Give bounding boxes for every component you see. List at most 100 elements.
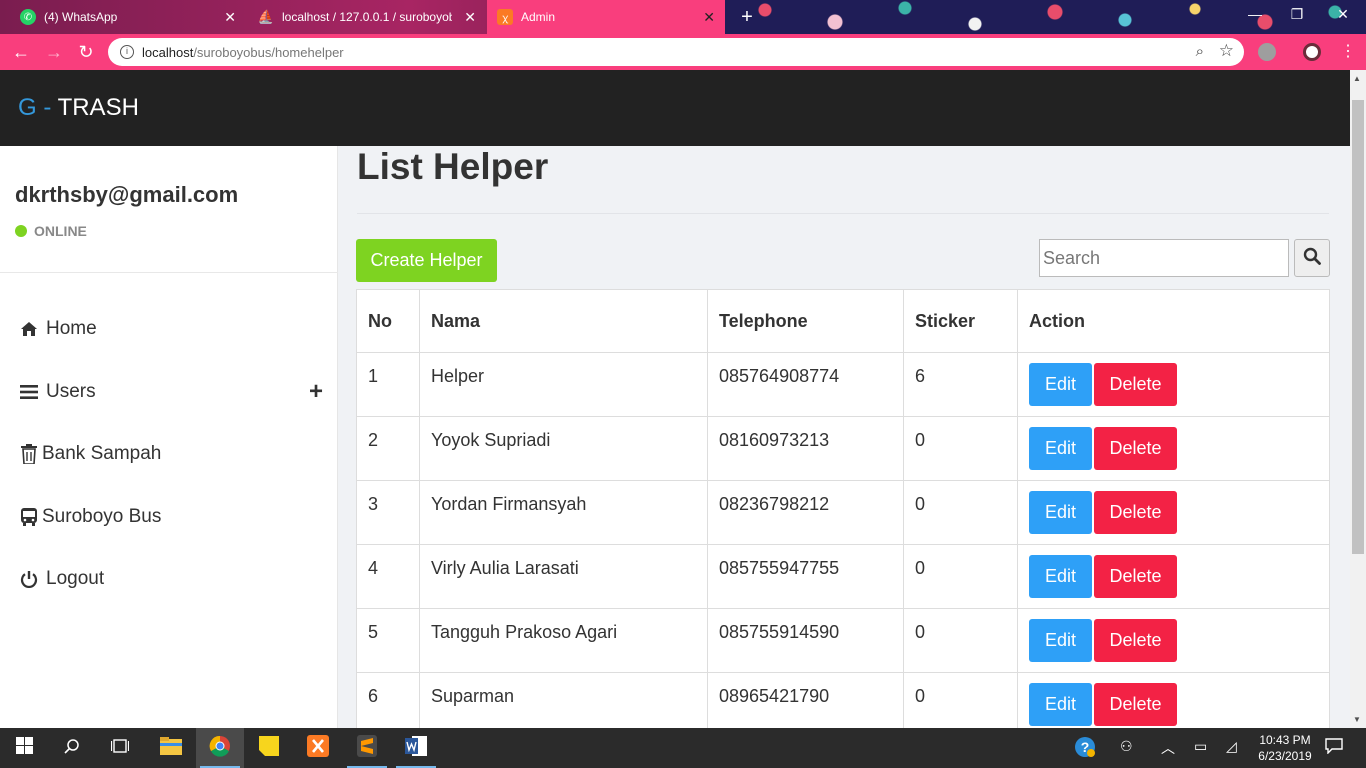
sidebar-item-logout[interactable]: Logout: [18, 564, 323, 594]
xampp-icon: [307, 734, 329, 762]
whatsapp-icon: ✆: [20, 9, 36, 25]
sidebar-item-users[interactable]: Users +: [18, 377, 323, 407]
edit-button[interactable]: Edit: [1029, 491, 1092, 534]
edit-button[interactable]: Edit: [1029, 619, 1092, 662]
windows-logo-icon: [15, 737, 33, 759]
menu-icon[interactable]: ⋮: [1336, 41, 1360, 63]
tab-label: Admin: [521, 10, 556, 24]
wifi-icon[interactable]: ◿: [1226, 738, 1237, 755]
reload-icon[interactable]: ↻: [74, 41, 98, 63]
sidebar: dkrthsby@gmail.com ONLINE Home Users + B…: [0, 146, 338, 728]
delete-button[interactable]: Delete: [1094, 619, 1177, 662]
edit-button[interactable]: Edit: [1029, 555, 1092, 598]
scroll-down-icon[interactable]: ▼: [1353, 715, 1361, 724]
info-icon[interactable]: i: [120, 45, 134, 59]
sidebar-item-bank-sampah[interactable]: Bank Sampah: [18, 439, 323, 469]
help-icon[interactable]: ?: [1074, 736, 1096, 761]
power-icon: [18, 570, 40, 588]
sublime-text-icon: [357, 734, 377, 762]
cell-sticker: 0: [903, 608, 1018, 673]
url-host: localhost: [142, 45, 194, 60]
cell-no: 1: [356, 352, 420, 417]
clock-date: 6/23/2019: [1258, 749, 1312, 763]
profile-avatar[interactable]: [1303, 43, 1321, 61]
sticky-notes-button[interactable]: [245, 728, 293, 768]
status-label: ONLINE: [34, 223, 87, 239]
search-input[interactable]: [1039, 239, 1289, 277]
tab-label: localhost / 127.0.0.1 / suroboyob: [282, 10, 452, 24]
close-icon[interactable]: ✕: [703, 9, 715, 26]
delete-button[interactable]: Delete: [1094, 555, 1177, 598]
cell-action: Edit Delete: [1017, 544, 1330, 609]
bookmark-star-icon[interactable]: ☆: [1219, 41, 1234, 61]
chrome-taskbar-button[interactable]: [196, 728, 244, 768]
cell-sticker: 0: [903, 544, 1018, 609]
cell-nama: Virly Aulia Larasati: [419, 544, 708, 609]
tab-phpmyadmin[interactable]: ⛵ localhost / 127.0.0.1 / suroboyob ✕: [248, 0, 486, 34]
brand-logo[interactable]: G - TRASH: [18, 94, 139, 122]
delete-button[interactable]: Delete: [1094, 683, 1177, 726]
scrollbar-thumb[interactable]: [1352, 100, 1364, 554]
system-clock[interactable]: 10:43 PM 6/23/2019: [1250, 732, 1320, 764]
address-bar[interactable]: i localhost/suroboyobus/homehelper ⌕ ☆: [108, 38, 1244, 66]
cell-action: Edit Delete: [1017, 480, 1330, 545]
people-icon[interactable]: ⚇: [1120, 738, 1133, 755]
cell-action: Edit Delete: [1017, 352, 1330, 417]
search-taskbar-button[interactable]: [48, 728, 96, 768]
tab-admin[interactable]: ꭓ Admin ✕: [487, 0, 725, 34]
edit-button[interactable]: Edit: [1029, 363, 1092, 406]
expand-plus-icon[interactable]: +: [309, 378, 323, 406]
column-header-telephone: Telephone: [707, 289, 904, 353]
cell-telephone: 085764908774: [707, 352, 904, 417]
search-icon: [1303, 247, 1321, 270]
cell-sticker: 0: [903, 416, 1018, 481]
delete-button[interactable]: Delete: [1094, 491, 1177, 534]
sidebar-item-suroboyo-bus[interactable]: Suroboyo Bus: [18, 502, 323, 532]
extension-icon[interactable]: [1258, 43, 1276, 61]
column-header-action: Action: [1017, 289, 1330, 353]
edit-button[interactable]: Edit: [1029, 683, 1092, 726]
search-button[interactable]: [1294, 239, 1330, 277]
start-button[interactable]: [0, 728, 48, 768]
zoom-icon[interactable]: ⌕: [1196, 43, 1204, 60]
file-explorer-button[interactable]: [147, 728, 195, 768]
restore-icon[interactable]: ❐: [1282, 6, 1312, 23]
cell-sticker: 6: [903, 352, 1018, 417]
task-view-icon: [110, 738, 130, 759]
new-tab-button[interactable]: +: [735, 6, 759, 28]
create-helper-button[interactable]: Create Helper: [356, 239, 497, 282]
column-header-sticker: Sticker: [903, 289, 1018, 353]
close-icon[interactable]: ✕: [464, 9, 476, 26]
window-close-icon[interactable]: ✕: [1328, 6, 1358, 23]
online-dot-icon: [15, 225, 27, 237]
delete-button[interactable]: Delete: [1094, 427, 1177, 470]
delete-button[interactable]: Delete: [1094, 363, 1177, 406]
task-view-button[interactable]: [96, 728, 144, 768]
edit-button[interactable]: Edit: [1029, 427, 1092, 470]
chevron-up-icon[interactable]: ︿: [1161, 738, 1175, 758]
minimize-icon[interactable]: —: [1240, 6, 1270, 22]
browser-tab-bar: ✆ (4) WhatsApp ✕ ⛵ localhost / 127.0.0.1…: [0, 0, 1366, 34]
xampp-icon: ꭓ: [497, 9, 513, 25]
tab-whatsapp[interactable]: ✆ (4) WhatsApp ✕: [10, 0, 246, 34]
cell-no: 3: [356, 480, 420, 545]
phpmyadmin-icon: ⛵: [257, 9, 275, 24]
search-icon: [64, 738, 80, 759]
sublime-taskbar-button[interactable]: [343, 728, 391, 768]
chrome-icon: [209, 735, 231, 762]
close-icon[interactable]: ✕: [224, 9, 236, 26]
cell-nama: Suparman: [419, 672, 708, 737]
xampp-taskbar-button[interactable]: [294, 728, 342, 768]
brand-name: TRASH: [51, 94, 139, 121]
title-divider: [357, 213, 1329, 214]
notification-icon[interactable]: [1325, 738, 1343, 757]
page-scrollbar[interactable]: ▲ ▼: [1350, 70, 1366, 728]
cell-nama: Helper: [419, 352, 708, 417]
sidebar-item-label: Suroboyo Bus: [42, 506, 162, 527]
battery-icon[interactable]: ▭: [1194, 738, 1207, 755]
word-taskbar-button[interactable]: [392, 728, 440, 768]
back-icon[interactable]: ←: [9, 41, 33, 63]
forward-icon[interactable]: →: [42, 41, 66, 63]
scroll-up-icon[interactable]: ▲: [1353, 74, 1361, 83]
sidebar-item-home[interactable]: Home: [18, 314, 323, 344]
